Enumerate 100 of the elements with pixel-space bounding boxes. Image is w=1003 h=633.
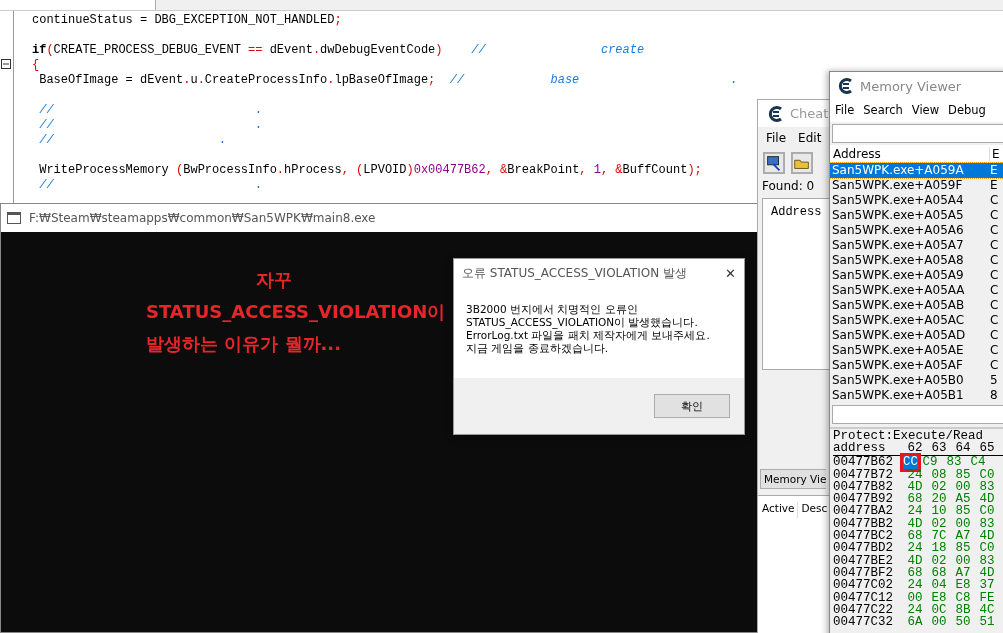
hex-byte[interactable]: 00 (951, 480, 975, 494)
hex-address: 00477BE2 (833, 554, 894, 567)
hex-byte[interactable]: 4D (903, 517, 927, 531)
hex-byte[interactable]: 83 (975, 554, 999, 567)
computer-icon[interactable] (763, 152, 785, 174)
disassembly-row[interactable]: San5WPK.exe+A05A8 C (830, 253, 1003, 268)
hex-address: 00477B62 (833, 456, 894, 469)
menu-item[interactable]: Edit (798, 131, 822, 145)
hex-address: 00477BD2 (833, 542, 894, 555)
hex-byte[interactable]: 50 (951, 616, 975, 629)
disassembly-row[interactable]: San5WPK.exe+A05A7 C (830, 238, 1003, 253)
disassembly-row[interactable]: San5WPK.exe+A05A6 C (830, 223, 1003, 238)
hex-byte[interactable]: 00 (951, 554, 975, 567)
hex-byte[interactable]: 68 (927, 566, 951, 580)
hex-byte[interactable]: 00 (903, 591, 927, 604)
hex-byte[interactable]: 4D (903, 554, 927, 567)
close-button[interactable]: ✕ (725, 265, 736, 281)
disassembly-row[interactable]: San5WPK.exe+A05AD C (830, 328, 1003, 343)
disassembly-row[interactable]: San5WPK.exe+A05AB C (830, 298, 1003, 313)
hex-byte[interactable]: 68 (903, 566, 927, 580)
hex-byte[interactable]: A5 (951, 493, 975, 506)
column-header[interactable]: E (990, 146, 1000, 161)
hex-byte[interactable]: 68 (903, 530, 927, 543)
console-text: 자꾸 (256, 268, 292, 292)
hex-byte[interactable]: 8B (951, 603, 975, 617)
hex-address: 00477C02 (833, 579, 894, 592)
disassembly-row[interactable]: San5WPK.exe+A05B0 5 (830, 373, 1003, 388)
hex-byte[interactable]: C0 (975, 468, 999, 481)
hex-byte[interactable]: CC (903, 455, 918, 470)
code-line: WriteProcessMemory (BwProcessInfo.hProcess, (LPVOID)0x00477B62, &BreakPoint, 1, &BuffCount); (38, 163, 703, 178)
disassembly-row[interactable]: San5WPK.exe+A05A5 C (830, 208, 1003, 223)
hex-byte[interactable]: 68 (903, 493, 927, 506)
hex-byte[interactable]: 24 (903, 579, 927, 592)
hex-byte[interactable]: 85 (951, 542, 975, 555)
hex-byte[interactable]: 04 (927, 579, 951, 592)
hex-byte[interactable]: 24 (903, 468, 927, 481)
hex-byte[interactable]: E8 (927, 591, 951, 604)
hex-byte[interactable]: C8 (951, 591, 975, 604)
hex-byte[interactable]: 24 (903, 542, 927, 555)
column-header[interactable]: Active (758, 502, 799, 518)
hex-byte[interactable]: 20 (927, 493, 951, 506)
hex-byte[interactable]: 83 (975, 480, 999, 494)
menu-item[interactable]: Debug (948, 103, 986, 119)
disassembly-row[interactable]: San5WPK.exe+A05A4 C (830, 193, 1003, 208)
hex-byte[interactable]: 4D (975, 493, 999, 506)
disassembly-row[interactable]: San5WPK.exe+A059A E (830, 163, 1003, 178)
hex-byte[interactable]: 02 (927, 517, 951, 531)
ok-button[interactable]: 확인 (654, 394, 730, 418)
collapse-icon[interactable] (1, 59, 11, 69)
code-line: continueStatus = DBG_EXCEPTION_NOT_HANDLED; (32, 13, 343, 28)
hex-byte[interactable]: A7 (951, 566, 975, 580)
hex-byte[interactable]: 24 (903, 505, 927, 518)
hex-byte[interactable]: C4 (966, 456, 990, 469)
disassembly-row[interactable]: San5WPK.exe+A059F E (830, 178, 1003, 193)
hex-byte[interactable]: 02 (927, 554, 951, 567)
hex-byte[interactable]: 02 (927, 480, 951, 494)
disassembly-row[interactable]: San5WPK.exe+A05B1 8 (830, 388, 1003, 403)
hex-byte[interactable]: 37 (975, 579, 999, 592)
menu-item[interactable]: File (835, 103, 855, 119)
hex-byte[interactable]: 00 (927, 616, 951, 629)
hex-byte[interactable]: 4C (975, 603, 999, 617)
column-header: 62 (906, 442, 924, 456)
hex-byte[interactable]: FE (975, 591, 999, 604)
hex-byte[interactable]: 85 (951, 505, 975, 518)
column-header[interactable]: Address (830, 146, 990, 161)
hex-byte[interactable]: E8 (951, 579, 975, 592)
hex-byte[interactable]: C9 (918, 456, 942, 469)
hex-byte[interactable]: A7 (951, 530, 975, 543)
hex-byte[interactable]: 7C (927, 530, 951, 543)
hex-byte[interactable]: 83 (975, 517, 999, 531)
memory-view-button[interactable]: Memory Vie (760, 469, 827, 489)
folder-icon[interactable] (791, 152, 813, 174)
disassembly-row[interactable]: San5WPK.exe+A05AC C (830, 313, 1003, 328)
code-line: // . (38, 178, 264, 193)
console-text: STATUS_ACCESS_VIOLATION이 (146, 300, 446, 324)
hex-byte[interactable]: 83 (942, 456, 966, 469)
hex-byte[interactable]: 18 (927, 542, 951, 555)
menu-item[interactable]: Search (863, 103, 903, 119)
disassembly-row[interactable]: San5WPK.exe+A05A9 C (830, 268, 1003, 283)
hex-byte[interactable]: C0 (975, 542, 999, 555)
disassembly-row[interactable]: San5WPK.exe+A05AF C (830, 358, 1003, 373)
menu-item[interactable]: View (911, 103, 940, 119)
hex-byte[interactable]: 24 (903, 603, 927, 617)
hex-byte[interactable]: 6A (903, 616, 927, 629)
hex-byte[interactable]: 10 (927, 505, 951, 518)
menu-item[interactable]: File (766, 131, 787, 145)
hex-byte[interactable]: 4D (975, 530, 999, 543)
hex-byte[interactable]: 51 (975, 616, 999, 629)
hex-byte[interactable]: 0C (927, 603, 951, 617)
hex-byte[interactable]: 08 (927, 468, 951, 481)
hex-byte[interactable]: 85 (951, 468, 975, 481)
input-field[interactable] (832, 405, 1003, 424)
hex-byte[interactable]: 4D (975, 566, 999, 580)
disassembly-row[interactable]: San5WPK.exe+A05AA C (830, 283, 1003, 298)
hex-byte[interactable]: 00 (951, 517, 975, 531)
disassembly-row[interactable]: San5WPK.exe+A05AE C (830, 343, 1003, 358)
hex-byte[interactable]: C0 (975, 505, 999, 518)
hex-byte[interactable]: 4D (903, 480, 927, 494)
column-header[interactable]: Desc (798, 502, 828, 518)
address-field[interactable] (832, 124, 1003, 143)
